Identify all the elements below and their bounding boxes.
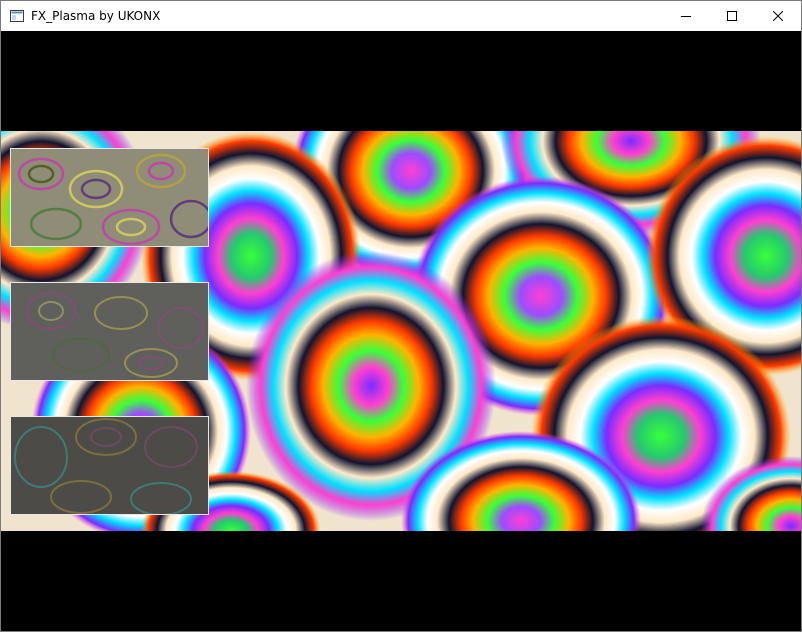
maximize-icon xyxy=(727,11,737,21)
window-title: FX_Plasma by UKONX xyxy=(31,9,161,23)
minimize-button[interactable] xyxy=(663,1,709,31)
preview-thumbnail-3 xyxy=(10,416,209,515)
maximize-button[interactable] xyxy=(709,1,755,31)
title-bar[interactable]: FX_Plasma by UKONX xyxy=(1,1,801,31)
preview-thumbnail-2 xyxy=(10,282,209,381)
close-icon xyxy=(773,11,783,21)
preview-thumbnail-1 xyxy=(10,148,209,247)
app-window: FX_Plasma by UKONX xyxy=(0,0,802,632)
app-icon[interactable] xyxy=(9,8,25,24)
close-button[interactable] xyxy=(755,1,801,31)
render-area[interactable] xyxy=(1,31,801,631)
minimize-icon xyxy=(681,16,691,17)
